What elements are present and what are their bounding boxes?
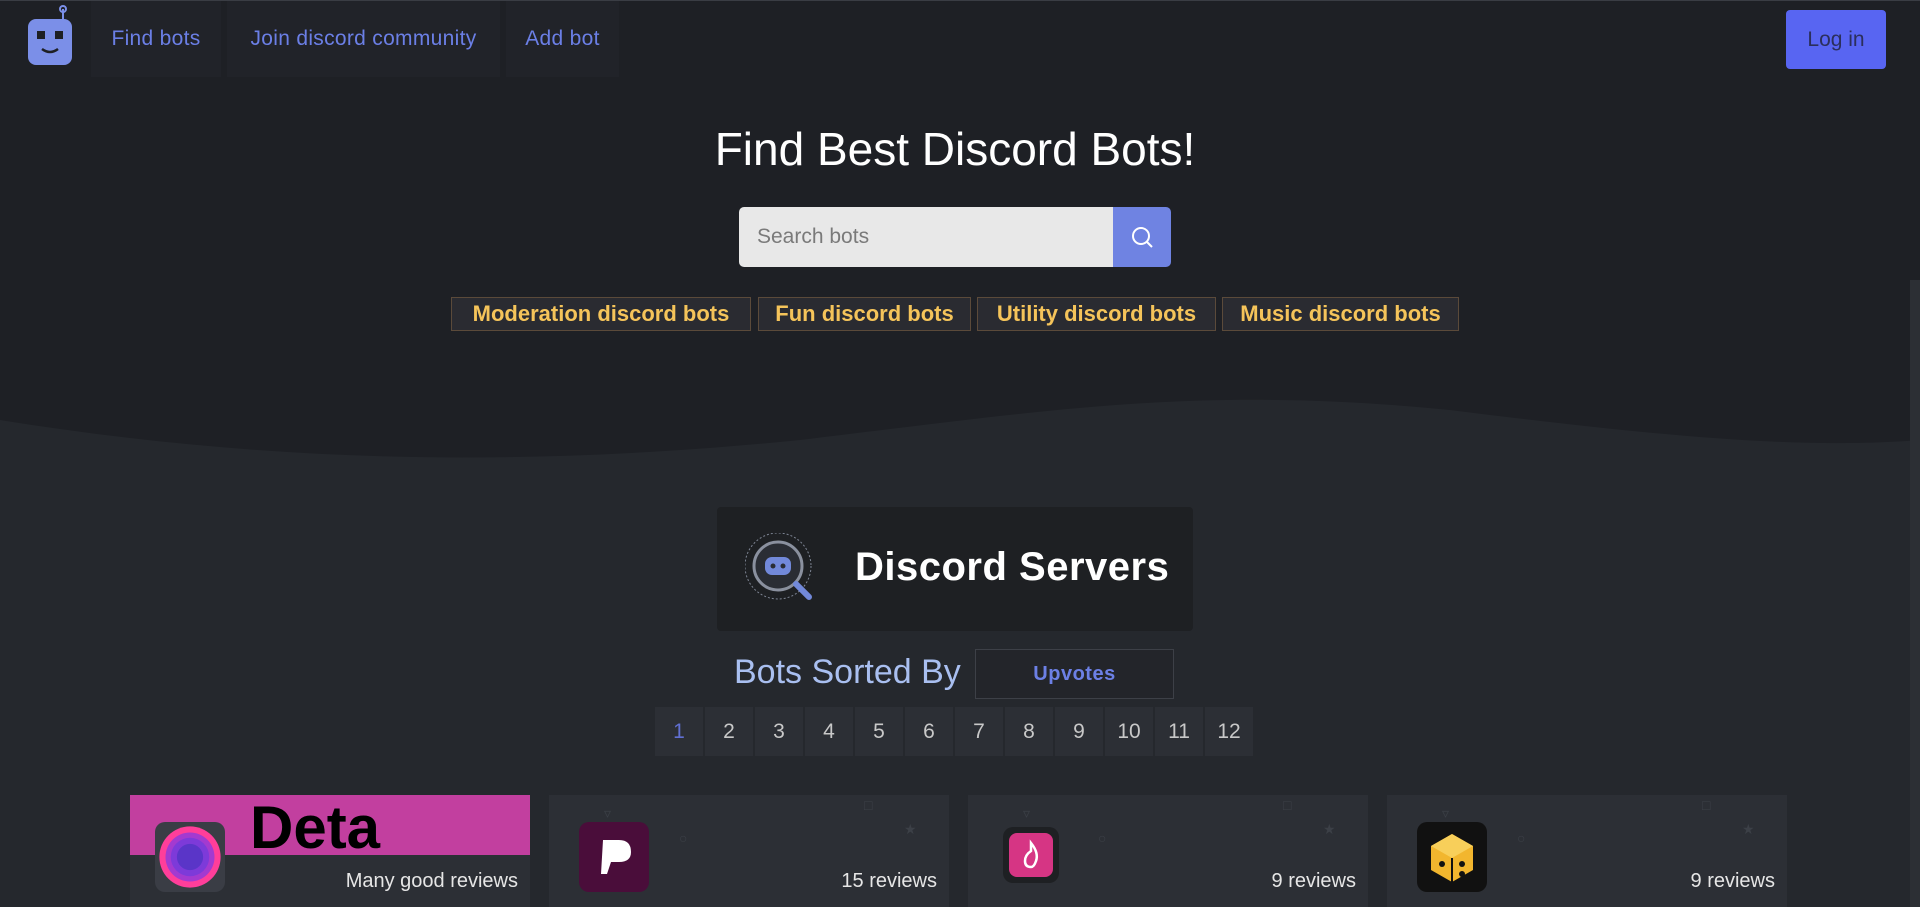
page-title: Find Best Discord Bots! xyxy=(714,123,1196,175)
page-5[interactable]: 5 xyxy=(855,707,903,756)
sorted-by-label: Bots Sorted By xyxy=(734,653,961,691)
bot-card[interactable]: ▿ □ ○ ★ 15 reviews xyxy=(549,795,949,907)
bot-reviews: Many good reviews xyxy=(345,870,518,892)
triangle-deco: ▿ xyxy=(1442,805,1450,821)
purple-ring-avatar xyxy=(155,822,225,892)
square-deco: □ xyxy=(1702,797,1711,813)
tag-moderation[interactable]: Moderation discord bots xyxy=(451,297,751,331)
nav-find-bots[interactable]: Find bots xyxy=(91,1,221,77)
top-navbar: Find bots Join discord community Add bot… xyxy=(0,0,1920,79)
search-input[interactable] xyxy=(739,207,1113,267)
discord-servers-button[interactable]: Discord Servers xyxy=(717,507,1193,631)
login-button[interactable]: Log in xyxy=(1786,10,1886,69)
gold-cube-avatar xyxy=(1417,822,1487,892)
circle-deco: ○ xyxy=(1517,830,1526,846)
page-2[interactable]: 2 xyxy=(705,707,753,756)
scrollbar-track[interactable] xyxy=(1910,280,1920,907)
page-8[interactable]: 8 xyxy=(1005,707,1053,756)
star-deco: ★ xyxy=(904,821,917,837)
bot-card[interactable]: ▿ □ ○ ★ 9 reviews xyxy=(968,795,1368,907)
pagination: 1 2 3 4 5 6 7 8 9 10 11 12 xyxy=(655,707,1253,756)
p-letter-avatar xyxy=(579,822,649,892)
page-10[interactable]: 10 xyxy=(1105,707,1153,756)
bot-reviews: 9 reviews xyxy=(1690,870,1775,892)
search-button[interactable] xyxy=(1113,207,1171,267)
page-11[interactable]: 11 xyxy=(1155,707,1203,756)
bot-card[interactable]: ▿ □ ○ ★ 9 reviews xyxy=(1387,795,1787,907)
discord-search-icon xyxy=(745,533,812,600)
robot-logo-icon[interactable] xyxy=(26,5,74,67)
square-deco: □ xyxy=(1283,797,1292,813)
triangle-deco: ▿ xyxy=(604,805,612,821)
bot-banner-text: Deta xyxy=(250,795,381,861)
bot-card[interactable]: Deta Many good reviews xyxy=(130,795,530,907)
page-6[interactable]: 6 xyxy=(905,707,953,756)
page-3[interactable]: 3 xyxy=(755,707,803,756)
bot-reviews: 15 reviews xyxy=(841,870,937,892)
circle-deco: ○ xyxy=(679,830,688,846)
tag-fun[interactable]: Fun discord bots xyxy=(758,297,971,331)
page-1[interactable]: 1 xyxy=(655,707,703,756)
tag-utility[interactable]: Utility discord bots xyxy=(977,297,1216,331)
square-deco: □ xyxy=(864,797,873,813)
circle-deco: ○ xyxy=(1098,830,1107,846)
page-9[interactable]: 9 xyxy=(1055,707,1103,756)
nav-join-discord-community[interactable]: Join discord community xyxy=(227,1,500,77)
flame-avatar xyxy=(1003,827,1059,883)
page-12[interactable]: 12 xyxy=(1205,707,1253,756)
star-deco: ★ xyxy=(1323,821,1336,837)
page-7[interactable]: 7 xyxy=(955,707,1003,756)
star-deco: ★ xyxy=(1742,821,1755,837)
nav-add-bot[interactable]: Add bot xyxy=(506,1,619,77)
search-icon xyxy=(1132,227,1153,248)
wave-divider xyxy=(0,399,1920,490)
sort-select[interactable]: Upvotes xyxy=(975,649,1174,699)
tag-music[interactable]: Music discord bots xyxy=(1222,297,1459,331)
triangle-deco: ▿ xyxy=(1023,805,1031,821)
discord-servers-label: Discord Servers xyxy=(855,545,1170,589)
page-4[interactable]: 4 xyxy=(805,707,853,756)
bot-reviews: 9 reviews xyxy=(1271,870,1356,892)
